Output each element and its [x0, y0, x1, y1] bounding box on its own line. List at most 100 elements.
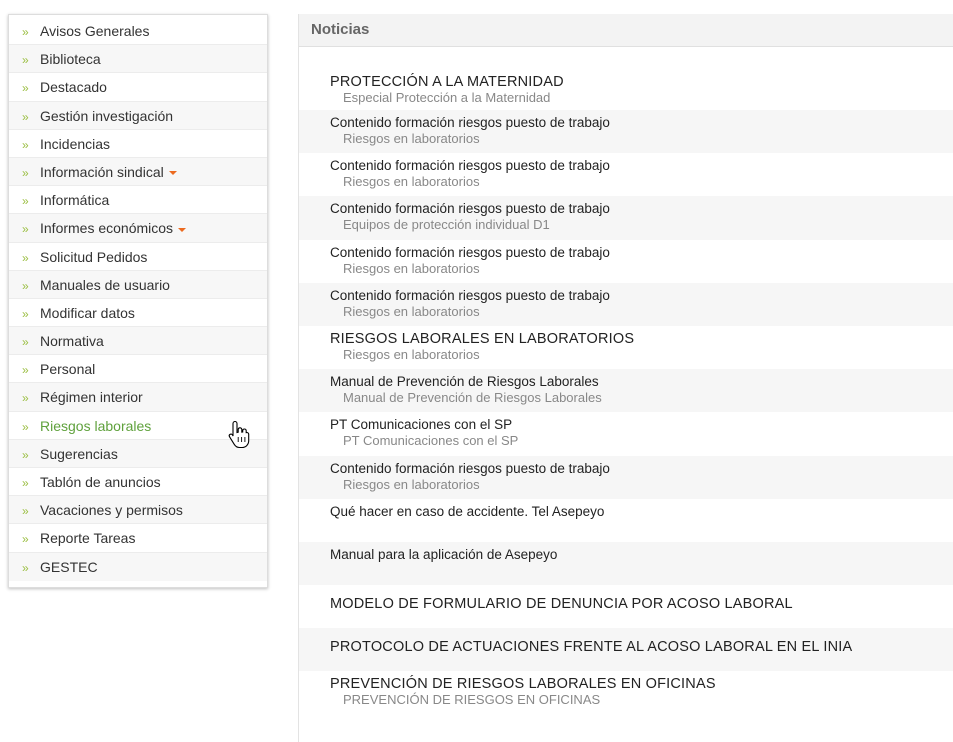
sidebar-item[interactable]: » Régimen interior [9, 383, 267, 412]
hand-pointer-icon [228, 420, 250, 449]
sidebar-item[interactable]: » Información sindical [9, 157, 267, 187]
sidebar-item-label: Normativa [40, 333, 104, 350]
news-subtitle: Riesgos en laboratorios [343, 346, 480, 362]
news-title[interactable]: Contenido formación riesgos puesto de tr… [330, 283, 953, 304]
news-title[interactable]: Contenido formación riesgos puesto de tr… [330, 110, 953, 131]
news-item[interactable]: Contenido formación riesgos puesto de tr… [299, 110, 953, 154]
news-panel: Noticias PROTECCIÓN A LA MATERNIDAD Espec… [298, 14, 953, 742]
news-title[interactable]: Contenido formación riesgos puesto de tr… [330, 153, 953, 174]
news-subtitle: Riesgos en laboratorios [343, 303, 480, 319]
sidebar-item[interactable]: » Tablón de anuncios [9, 468, 267, 497]
chevron-double-right-icon: » [22, 109, 29, 124]
news-item[interactable]: Contenido formación riesgos puesto de tr… [299, 196, 953, 240]
news-item[interactable]: PROTOCOLO DE ACTUACIONES FRENTE AL ACOSO… [299, 628, 953, 672]
sidebar-item[interactable]: » Vacaciones y permisos [9, 496, 267, 525]
sidebar-item[interactable]: » Biblioteca [9, 45, 267, 74]
chevron-double-right-icon: » [22, 53, 29, 68]
news-item[interactable]: PROTECCIÓN A LA MATERNIDAD Especial Prote… [299, 63, 953, 110]
sidebar-item[interactable]: » Informática [9, 186, 267, 215]
sidebar-item[interactable]: » Destacado [9, 73, 267, 102]
chevron-double-right-icon: » [22, 532, 29, 547]
sidebar-item[interactable]: » Gestión investigación [9, 101, 267, 130]
chevron-double-right-icon: » [22, 504, 29, 519]
news-title[interactable]: Contenido formación riesgos puesto de tr… [330, 456, 953, 477]
news-subtitle: Manual de Prevención de Riesgos Laborale… [343, 390, 602, 406]
chevron-double-right-icon: » [22, 419, 29, 434]
news-title[interactable]: MODELO DE FORMULARIO DE DENUNCIA POR ACO… [330, 585, 953, 612]
sidebar-item-label: Información sindical [40, 163, 164, 180]
sidebar-item[interactable]: » Informes económicos [9, 214, 267, 243]
sidebar-item-label: Gestión investigación [40, 107, 174, 124]
news-subtitle: Riesgos en laboratorios [343, 174, 480, 190]
chevron-double-right-icon: » [22, 335, 29, 350]
news-title[interactable]: Contenido formación riesgos puesto de tr… [330, 240, 953, 261]
news-item[interactable]: RIESGOS LABORALES EN LABORATORIOS Riesgos… [299, 326, 953, 369]
sidebar-item-label: GESTEC [40, 558, 98, 575]
news-subtitle: PREVENCIÓN DE RIESGOS EN OFICINAS [343, 692, 601, 708]
sidebar-item-label: Régimen interior [40, 389, 143, 406]
sidebar-item[interactable]: » Reporte Tareas [9, 524, 267, 553]
news-item[interactable]: Contenido formación riesgos puesto de tr… [299, 153, 953, 196]
news-title[interactable]: PROTECCIÓN A LA MATERNIDAD [330, 69, 953, 90]
sidebar-item[interactable]: » Incidencias [9, 130, 267, 158]
sidebar-item-label: Vacaciones y permisos [40, 502, 183, 519]
sidebar-item-label: Tablón de anuncios [40, 474, 161, 490]
chevron-double-right-icon: » [22, 25, 29, 39]
news-item[interactable]: PT Comunicaciones con el SP PT Comunicaci… [299, 412, 953, 455]
chevron-double-right-icon: » [22, 560, 29, 575]
news-title[interactable]: PROTOCOLO DE ACTUACIONES FRENTE AL ACOSO… [330, 628, 953, 655]
news-item[interactable]: Manual de Prevención de Riesgos Laborale… [299, 369, 953, 413]
sidebar-item-label: Biblioteca [40, 51, 101, 68]
sidebar-item-label: Reporte Tareas [40, 530, 136, 547]
chevron-double-right-icon: » [22, 222, 29, 237]
news-title[interactable]: Manual para la aplicación de Asepeyo [330, 542, 953, 563]
news-subtitle: Equipos de protección individual D1 [343, 217, 550, 233]
news-title[interactable]: RIESGOS LABORALES EN LABORATORIOS [330, 326, 953, 347]
sidebar-item-label: Destacado [40, 79, 107, 96]
panel-title: Noticias [299, 14, 953, 47]
news-item[interactable]: MODELO DE FORMULARIO DE DENUNCIA POR ACO… [299, 585, 953, 628]
news-title[interactable]: Qué hacer en caso de accidente. Tel Asep… [330, 499, 953, 520]
sidebar-item[interactable]: » Modificar datos [9, 299, 267, 328]
sidebar-item-label: Informes económicos [40, 220, 174, 237]
sidebar-item-label: Informática [40, 192, 110, 209]
news-item[interactable]: Contenido formación riesgos puesto de tr… [299, 455, 953, 499]
news-item[interactable]: Qué hacer en caso de accidente. Tel Asep… [299, 499, 953, 542]
sidebar-item[interactable]: » GESTEC [9, 552, 267, 581]
sidebar-item-label: Modificar datos [40, 304, 135, 321]
news-item[interactable]: PREVENCIÓN DE RIESGOS LABORALES EN OFICI… [299, 671, 953, 714]
sidebar-item-label: Incidencias [40, 135, 111, 152]
caret-down-icon [178, 227, 187, 232]
caret-down-icon [168, 171, 177, 176]
chevron-double-right-icon: » [22, 278, 29, 293]
sidebar-item[interactable]: » Solicitud Pedidos [9, 243, 267, 271]
news-item[interactable]: Manual para la aplicación de Asepeyo [299, 541, 953, 586]
sidebar-item-label: Riesgos laborales [40, 417, 152, 434]
news-subtitle: Riesgos en laboratorios [343, 260, 480, 276]
news-title[interactable]: PREVENCIÓN DE RIESGOS LABORALES EN OFICI… [330, 671, 953, 692]
chevron-double-right-icon: » [22, 165, 29, 180]
chevron-double-right-icon: » [22, 306, 29, 321]
news-title[interactable]: PT Comunicaciones con el SP [330, 412, 953, 433]
chevron-double-right-icon: » [22, 363, 29, 378]
sidebar-item[interactable]: » Personal [9, 355, 267, 384]
chevron-double-right-icon: » [22, 391, 29, 406]
sidebar-item-label: Solicitud Pedidos [40, 248, 148, 265]
chevron-double-right-icon: » [22, 476, 29, 490]
sidebar-item-label: Avisos Generales [40, 23, 150, 39]
news-title[interactable]: Contenido formación riesgos puesto de tr… [330, 196, 953, 217]
news-title[interactable]: Manual de Prevención de Riesgos Laborale… [330, 369, 953, 390]
chevron-double-right-icon: » [22, 250, 29, 265]
chevron-double-right-icon: » [22, 194, 29, 209]
sidebar-item-label: Manuales de usuario [40, 276, 170, 293]
news-subtitle: Especial Protección a la Maternidad [343, 90, 551, 105]
news-subtitle: PT Comunicaciones con el SP [343, 433, 519, 449]
news-subtitle: Riesgos en laboratorios [343, 131, 480, 146]
news-item[interactable]: Contenido formación riesgos puesto de tr… [299, 282, 953, 326]
sidebar-item[interactable]: » Avisos Generales [9, 17, 267, 46]
sidebar-item[interactable]: » Manuales de usuario [9, 270, 267, 299]
news-subtitle: Riesgos en laboratorios [343, 476, 480, 492]
sidebar-item[interactable]: » Normativa [9, 327, 267, 356]
news-item[interactable]: Contenido formación riesgos puesto de tr… [299, 240, 953, 283]
news-list: PROTECCIÓN A LA MATERNIDAD Especial Prote… [299, 63, 953, 715]
